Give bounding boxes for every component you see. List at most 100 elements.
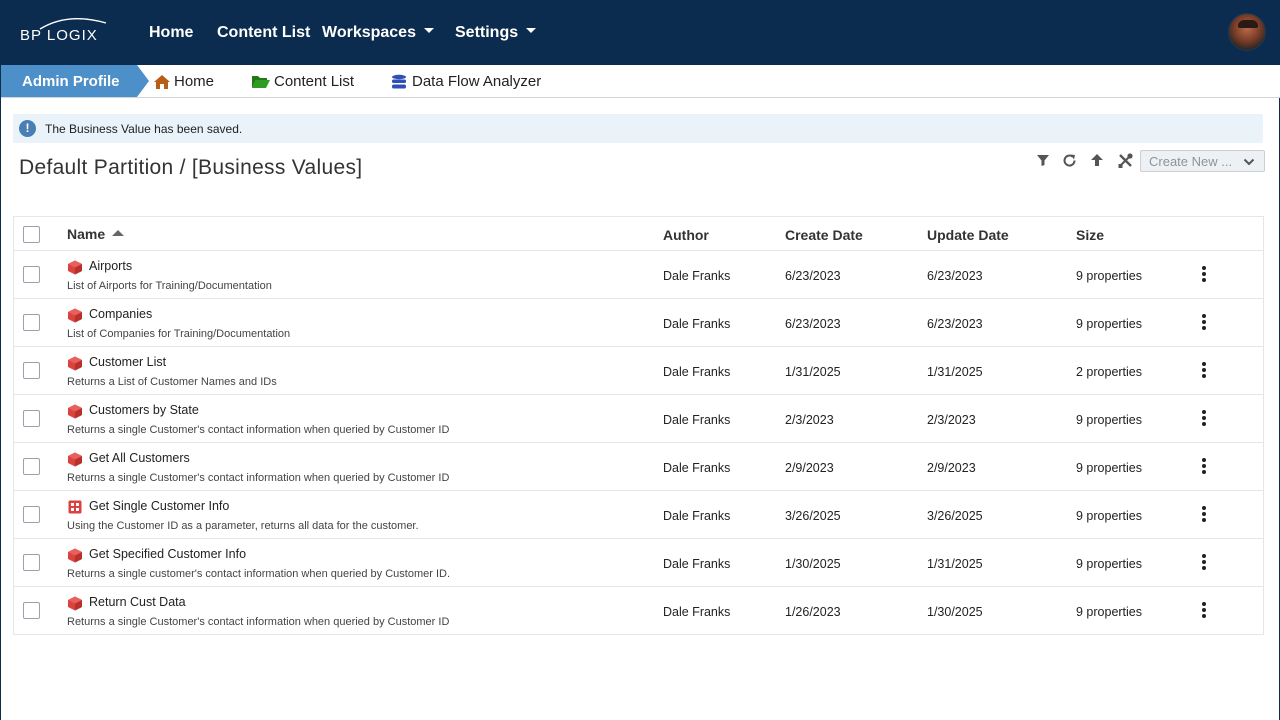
select-all-checkbox[interactable] <box>23 226 40 243</box>
row-author: Dale Franks <box>663 365 731 379</box>
top-navigation: BP LOGIX Home Content List Workspaces Se… <box>1 0 1280 65</box>
row-size: 9 properties <box>1076 509 1143 523</box>
breadcrumb-home-label: Home <box>174 73 215 90</box>
column-header-update-date[interactable]: Update Date <box>927 227 1009 243</box>
bp-logix-logo[interactable]: BP LOGIX <box>20 18 110 46</box>
up-arrow-icon[interactable] <box>1089 152 1107 170</box>
nav-settings[interactable]: Settings <box>455 24 537 42</box>
breadcrumb-bar: Admin Profile Home Content List Data Flo… <box>1 65 1280 98</box>
row-checkbox[interactable] <box>23 458 40 475</box>
database-icon <box>392 74 406 88</box>
row-more-options-icon[interactable] <box>1199 314 1209 332</box>
row-more-options-icon[interactable] <box>1199 554 1209 572</box>
row-update-date: 3/26/2025 <box>927 509 983 523</box>
nav-home-label: Home <box>149 24 194 41</box>
logo-text: BP LOGIX <box>20 27 98 44</box>
row-checkbox[interactable] <box>23 506 40 523</box>
business-values-table: Name Author Create Date Update Date Size… <box>13 216 1264 635</box>
row-author: Dale Franks <box>663 317 731 331</box>
filter-icon[interactable] <box>1035 152 1053 170</box>
folder-open-icon <box>252 76 270 88</box>
nav-home[interactable]: Home <box>149 24 193 42</box>
row-create-date: 6/23/2023 <box>785 269 841 283</box>
row-size: 9 properties <box>1076 461 1143 475</box>
table-header: Name Author Create Date Update Date Size <box>14 217 1263 251</box>
user-avatar[interactable] <box>1228 13 1266 51</box>
row-description: Returns a single Customer's contact info… <box>67 616 450 628</box>
table-row[interactable]: Customer List Returns a List of Customer … <box>14 347 1263 395</box>
row-name-link[interactable]: Get Single Customer Info <box>89 499 229 513</box>
home-icon <box>154 74 170 89</box>
table-row[interactable]: Airports List of Airports for Training/Do… <box>14 251 1263 299</box>
nav-workspaces[interactable]: Workspaces <box>322 24 434 42</box>
chevron-down-icon <box>1243 158 1255 166</box>
row-more-options-icon[interactable] <box>1199 410 1209 428</box>
row-description: Using the Customer ID as a parameter, re… <box>67 520 419 532</box>
cube-icon <box>67 355 83 371</box>
row-author: Dale Franks <box>663 269 731 283</box>
column-header-author[interactable]: Author <box>663 227 709 243</box>
row-size: 9 properties <box>1076 269 1143 283</box>
breadcrumb-data-flow-analyzer[interactable]: Data Flow Analyzer <box>391 73 541 90</box>
table-row[interactable]: Return Cust Data Returns a single Custome… <box>14 587 1263 635</box>
table-row[interactable]: Customers by State Returns a single Custo… <box>14 395 1263 443</box>
nav-content-list[interactable]: Content List <box>217 24 310 42</box>
table-row[interactable]: Get Specified Customer Info Returns a sin… <box>14 539 1263 587</box>
table-row[interactable]: Get All Customers Returns a single Custom… <box>14 443 1263 491</box>
row-name-link[interactable]: Get All Customers <box>89 451 190 465</box>
row-more-options-icon[interactable] <box>1199 266 1209 284</box>
admin-profile-tab[interactable]: Admin Profile <box>1 65 149 97</box>
column-header-name-label: Name <box>67 226 106 242</box>
row-name-link[interactable]: Customers by State <box>89 403 199 417</box>
cube-icon <box>67 547 83 563</box>
row-create-date: 1/31/2025 <box>785 365 841 379</box>
breadcrumb-home[interactable]: Home <box>153 73 214 90</box>
cube-icon <box>67 595 83 611</box>
row-checkbox[interactable] <box>23 410 40 427</box>
row-name-link[interactable]: Return Cust Data <box>89 595 186 609</box>
row-size: 9 properties <box>1076 557 1143 571</box>
row-author: Dale Franks <box>663 557 731 571</box>
row-create-date: 3/26/2025 <box>785 509 841 523</box>
table-row[interactable]: Companies List of Companies for Training/… <box>14 299 1263 347</box>
success-alert: ! The Business Value has been saved. <box>13 114 1263 143</box>
grid-icon <box>67 499 83 515</box>
row-more-options-icon[interactable] <box>1199 506 1209 524</box>
refresh-icon[interactable] <box>1061 152 1079 170</box>
row-create-date: 2/9/2023 <box>785 461 834 475</box>
column-header-size[interactable]: Size <box>1076 227 1104 243</box>
cube-icon <box>67 259 83 275</box>
column-header-create-date[interactable]: Create Date <box>785 227 863 243</box>
tools-icon[interactable] <box>1117 152 1135 170</box>
create-new-dropdown[interactable]: Create New ... <box>1140 150 1265 172</box>
row-checkbox[interactable] <box>23 362 40 379</box>
cube-icon <box>67 307 83 323</box>
nav-settings-label: Settings <box>455 24 519 41</box>
row-update-date: 1/31/2025 <box>927 365 983 379</box>
row-checkbox[interactable] <box>23 314 40 331</box>
row-more-options-icon[interactable] <box>1199 458 1209 476</box>
table-row[interactable]: Get Single Customer Info Using the Custom… <box>14 491 1263 539</box>
row-name-link[interactable]: Airports <box>89 259 132 273</box>
cube-icon <box>67 403 83 419</box>
breadcrumb-content-list-label: Content List <box>274 73 355 90</box>
caret-down-icon <box>423 28 434 34</box>
column-header-name[interactable]: Name <box>67 226 125 242</box>
row-update-date: 2/3/2023 <box>927 413 976 427</box>
row-size: 9 properties <box>1076 413 1143 427</box>
breadcrumb-content-list[interactable]: Content List <box>251 73 354 90</box>
row-update-date: 2/9/2023 <box>927 461 976 475</box>
row-description: Returns a single Customer's contact info… <box>67 472 450 484</box>
row-description: Returns a single customer's contact info… <box>67 568 450 580</box>
row-checkbox[interactable] <box>23 554 40 571</box>
row-checkbox[interactable] <box>23 266 40 283</box>
row-description: List of Companies for Training/Documenta… <box>67 328 291 340</box>
row-update-date: 6/23/2023 <box>927 317 983 331</box>
row-more-options-icon[interactable] <box>1199 362 1209 380</box>
row-name-link[interactable]: Customer List <box>89 355 166 369</box>
row-checkbox[interactable] <box>23 602 40 619</box>
row-name-link[interactable]: Companies <box>89 307 152 321</box>
row-name-link[interactable]: Get Specified Customer Info <box>89 547 246 561</box>
alert-message: The Business Value has been saved. <box>45 122 243 136</box>
row-more-options-icon[interactable] <box>1199 602 1209 620</box>
